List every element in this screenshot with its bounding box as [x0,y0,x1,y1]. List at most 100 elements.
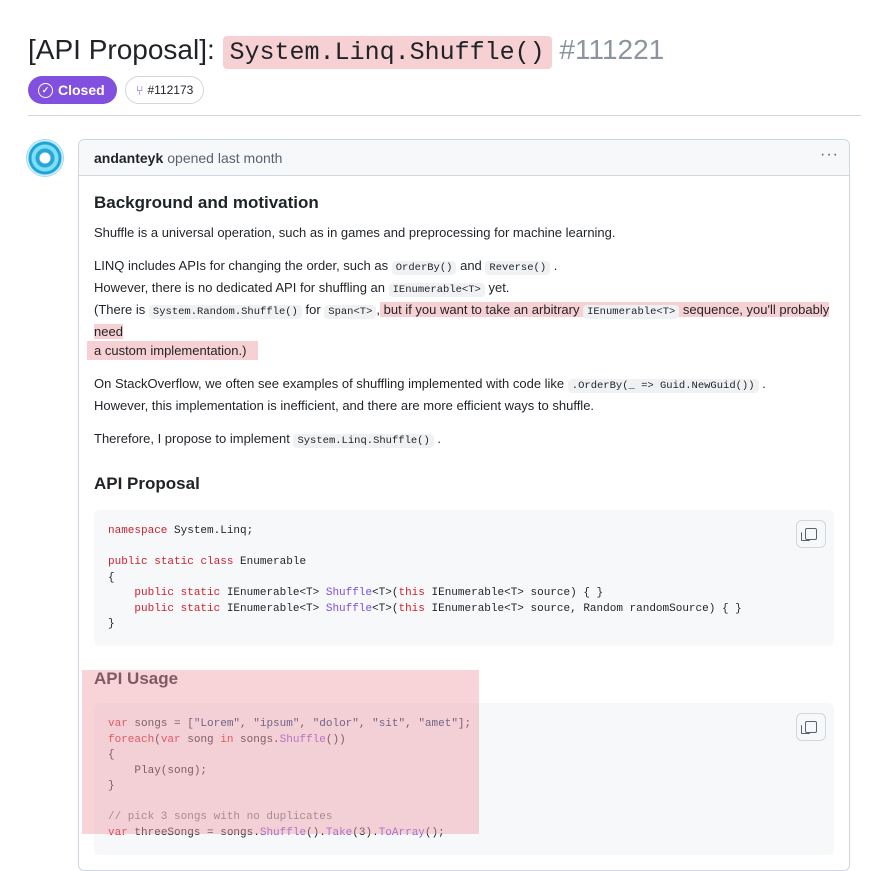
paragraph-4: Therefore, I propose to implement System… [94,429,834,451]
code-token: (); [424,826,445,839]
code-token: Shuffle [279,733,326,746]
code-token: var [160,733,181,746]
code-token: "dolor" [312,718,359,730]
title-code: System.Linq.Shuffle() [222,36,552,69]
linked-pr-number: #112173 [147,83,194,97]
code-token: { [108,749,115,761]
code-token: static [180,587,221,599]
code-token: songs. [233,733,280,746]
code-token: <T>( [372,602,399,615]
text: for [305,302,321,317]
code-token: Play(song); [108,764,208,777]
inline-code: Reverse() [485,261,551,275]
code-token: var [108,826,128,839]
text: However, this implementation is ineffici… [94,398,595,413]
text: . [437,431,442,446]
copy-button[interactable] [796,520,826,548]
code-token: threeSongs = songs. [127,826,260,839]
title-prefix: [API Proposal]: [28,34,215,65]
code-token: Enumerable [233,556,307,568]
code-token: ]; [457,718,472,730]
check-circle-icon: ✓ [38,82,53,98]
code-token: this [398,602,425,615]
text: yet. [488,280,510,295]
code-token: song [180,733,221,746]
state-label: Closed [58,82,105,98]
code-token: "ipsum" [253,718,300,730]
code-token: in [220,733,234,746]
inline-code: IEnumerable<T> [388,283,485,297]
more-options-icon[interactable]: ··· [820,146,839,164]
comment-body: Background and motivation Shuffle is a u… [79,176,849,867]
copy-icon [801,721,817,734]
api-proposal-heading: API Proposal [94,474,200,493]
text: and [460,258,482,273]
text: LINQ includes APIs for changing the orde… [94,258,389,273]
code-token: foreach [108,733,155,746]
api-usage-heading: API Usage [94,669,179,688]
code-token: Shuffle [259,826,307,839]
text: but if you want to take an arbitrary [380,302,580,317]
code-token: (3). [352,826,379,839]
code-token: Shuffle [325,602,373,615]
code-token: { [108,571,115,584]
code-token: ()) [325,733,346,746]
text: On StackOverflow, we often see examples … [94,376,565,391]
code-token: namespace [108,525,168,537]
code-token: static [154,556,194,568]
code-token: static [180,602,221,615]
code-token: System.Linq; [167,525,254,537]
text: . [553,258,558,273]
code-token: "Lorem" [193,718,241,730]
inline-code: .OrderBy(_ => Guid.NewGuid()) [567,379,759,393]
inline-code: Span<T> [324,305,377,319]
inline-code: IEnumerable<T> [583,305,680,319]
code-token: IEnumerable<T> source) { } [424,587,604,599]
code-comment: // pick 3 songs with no duplicates [108,811,333,823]
text: However, there is no dedicated API for s… [94,280,385,295]
avatar[interactable] [27,140,63,176]
code-token: songs = [ [127,718,194,730]
closed-badge: ✓ Closed [28,76,117,104]
inline-code: OrderBy() [391,261,457,275]
author-link[interactable]: andanteyk [94,150,163,166]
code-token: Take [325,826,353,839]
code-token: var [108,718,128,730]
issue-comment: andanteyk opened last month ··· Backgrou… [78,139,850,871]
code-token: } [108,780,115,792]
code-token: public [134,602,175,615]
text: Therefore, I propose to implement [94,431,290,446]
code-token: Shuffle [325,587,373,599]
code-token: IEnumerable<T> [220,602,326,615]
issue-number: #111221 [559,34,665,65]
code-block-usage: var songs = ["Lorem", "ipsum", "dolor", … [94,703,834,855]
paragraph-3: On StackOverflow, we often see examples … [94,374,834,415]
background-heading: Background and motivation [94,193,319,212]
copy-button[interactable] [796,713,826,741]
code-block-proposal: namespace System.Linq; public static cla… [94,510,834,646]
code-token: } [108,618,115,630]
text: (There is [94,302,146,317]
code-token: <T>( [372,587,399,599]
text: . [762,376,766,391]
code-token: IEnumerable<T> [220,587,326,599]
highlighted-text: a custom implementation.) [87,341,259,360]
issue-title: [API Proposal]: System.Linq.Shuffle() #1… [28,30,664,73]
code-token: "amet" [418,718,458,730]
code-token: this [398,587,425,599]
inline-code: System.Linq.Shuffle() [293,434,434,448]
copy-icon [801,528,817,541]
linked-pr-badge[interactable]: ⑂ #112173 [124,76,205,104]
git-merge-icon: ⑂ [135,82,144,98]
code-token: ( [154,733,161,746]
code-token: public [134,587,175,599]
code-token: (). [306,826,326,839]
paragraph-1: Shuffle is a universal operation, such a… [94,225,616,240]
code-token: IEnumerable<T> source, Random randomSour… [424,602,742,615]
code-token: "sit" [372,718,406,730]
header-divider [28,115,861,116]
inline-code: System.Random.Shuffle() [148,305,302,319]
code-token: public [108,556,148,568]
state-row: ✓ Closed ⑂ #112173 [28,76,205,104]
code-token: class [200,556,234,568]
